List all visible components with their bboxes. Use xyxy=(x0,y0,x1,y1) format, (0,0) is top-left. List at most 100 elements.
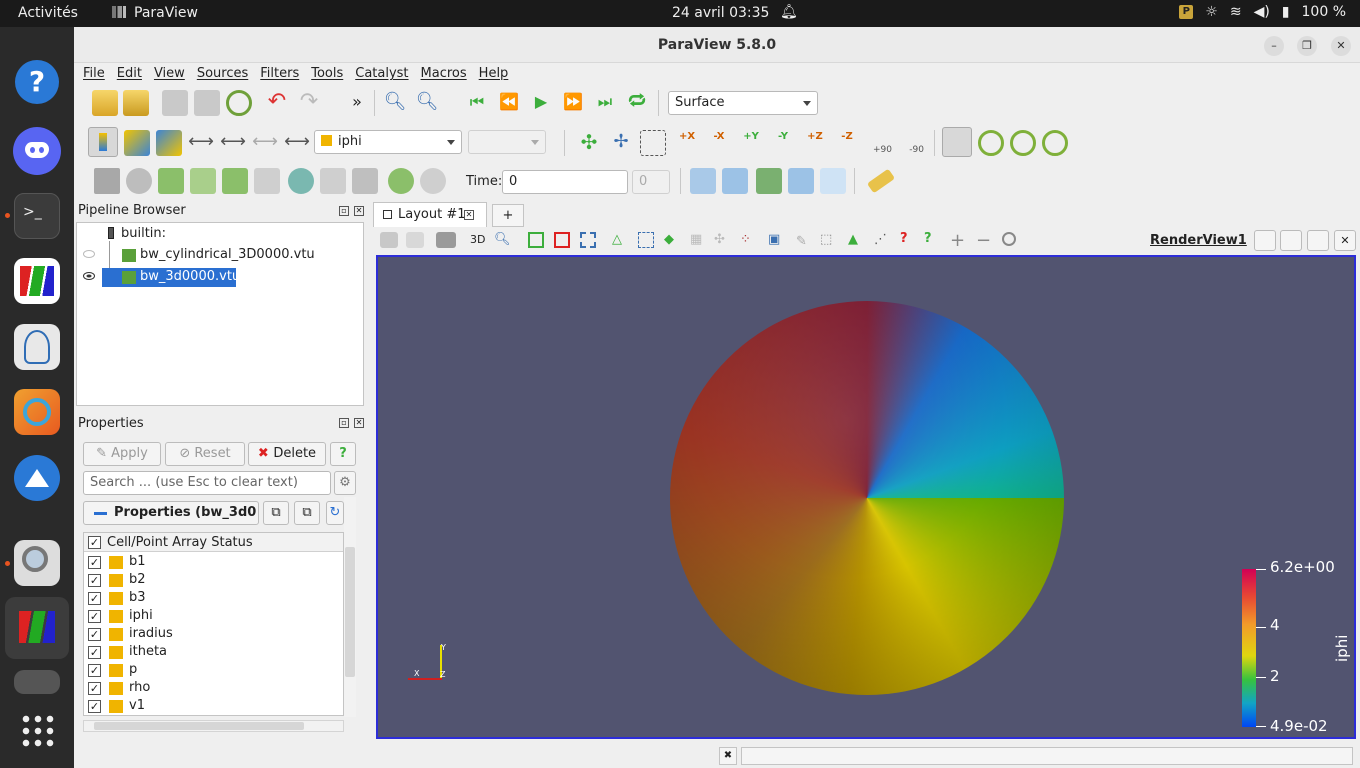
pipeline-item-selected[interactable]: bw_3d0000.vtu xyxy=(102,268,240,287)
p-indicator-icon[interactable]: P xyxy=(1179,5,1194,19)
save-state-icon[interactable] xyxy=(123,90,149,116)
reload-icon[interactable] xyxy=(226,90,252,116)
pipeline-root[interactable]: builtin: xyxy=(121,226,166,241)
color-array-select[interactable]: iphi xyxy=(314,130,462,154)
menu-view[interactable]: View xyxy=(154,63,185,85)
slice-icon[interactable] xyxy=(190,168,216,194)
scrollbar-thumb[interactable] xyxy=(345,547,355,677)
array-checkbox[interactable]: ✓ xyxy=(88,646,101,659)
reset-closest-icon[interactable]: ✢ xyxy=(608,130,634,156)
array-row[interactable]: ✓ itheta xyxy=(84,644,343,662)
loop-icon[interactable]: 🔁︎ xyxy=(624,90,650,116)
pick-center-icon[interactable] xyxy=(1010,130,1036,156)
array-row[interactable]: ✓ iradius xyxy=(84,626,343,644)
time-input[interactable]: 0 xyxy=(502,170,628,194)
discord-icon[interactable] xyxy=(13,127,61,175)
eye-hidden-icon[interactable] xyxy=(83,250,95,258)
horizontal-scrollbar[interactable] xyxy=(83,720,344,732)
bell-icon[interactable]: 🔔︎ xyxy=(780,4,798,20)
zoom-data-icon[interactable]: 🔍︎ xyxy=(382,90,408,116)
array-row[interactable]: ✓ rho xyxy=(84,680,343,698)
menu-macros[interactable]: Macros xyxy=(421,63,467,85)
select-cells-icon[interactable] xyxy=(528,232,544,248)
shrink-selection-icon[interactable]: ▣ xyxy=(768,232,780,247)
properties-search-input[interactable]: Search ... (use Esc to clear text) xyxy=(83,471,331,495)
array-checkbox[interactable]: ✓ xyxy=(88,700,101,713)
plot-over-line-icon[interactable] xyxy=(756,168,782,194)
view-plus-z-icon[interactable]: +Z xyxy=(802,130,828,156)
camera-icon[interactable] xyxy=(436,232,456,248)
plus-icon[interactable]: + xyxy=(950,230,965,251)
apply-button[interactable]: ✎ Apply xyxy=(83,442,161,466)
last-frame-icon[interactable]: ⏭ xyxy=(592,90,618,116)
select-triangle-icon[interactable]: ▲ xyxy=(848,232,858,247)
rotate-minus-90-icon[interactable]: -90 xyxy=(898,130,924,156)
glyph-icon[interactable] xyxy=(288,168,314,194)
disconnect-icon[interactable] xyxy=(194,90,220,116)
clock[interactable]: 24 avril 03:35 xyxy=(672,5,769,21)
zoom-closest-icon[interactable]: 🔍︎ xyxy=(414,90,440,116)
array-row[interactable]: ✓ b3 xyxy=(84,590,343,608)
system-tray[interactable]: P ☼ ≋ ◀) ▮ 100 % xyxy=(1179,4,1346,20)
hover-points-icon[interactable]: ▦ xyxy=(690,232,702,247)
close-panel-icon[interactable]: ✕ xyxy=(354,206,364,216)
minus-icon[interactable]: − xyxy=(976,230,991,251)
array-checkbox[interactable]: ✓ xyxy=(88,610,101,623)
array-checkbox[interactable]: ✓ xyxy=(88,682,101,695)
restore-button[interactable]: ❐ xyxy=(1297,36,1317,56)
open-icon[interactable] xyxy=(92,90,118,116)
reload-properties-icon[interactable]: ↻ xyxy=(326,501,344,525)
menu-catalyst[interactable]: Catalyst xyxy=(355,63,408,85)
spreadsheet-icon[interactable] xyxy=(722,168,748,194)
edit-color-map-icon[interactable] xyxy=(124,130,150,156)
warp-icon[interactable] xyxy=(352,168,378,194)
split-vertical-icon[interactable] xyxy=(1280,230,1302,251)
rotate-plus-90-icon[interactable]: +90 xyxy=(866,130,892,156)
delete-button[interactable]: ✖ Delete xyxy=(248,442,326,466)
view-minus-y-icon[interactable]: -Y xyxy=(770,130,796,156)
image-viewer-icon[interactable] xyxy=(14,540,60,586)
menu-help[interactable]: Help xyxy=(479,63,509,85)
toggle-color-legend-icon[interactable] xyxy=(88,127,118,157)
close-panel-icon[interactable]: ✕ xyxy=(354,418,364,428)
time-index-spinbox[interactable]: 0 xyxy=(632,170,670,194)
array-row[interactable]: ✓ iphi xyxy=(84,608,343,626)
minimize-button[interactable]: – xyxy=(1264,36,1284,56)
stream-tracer-icon[interactable] xyxy=(320,168,346,194)
zoom-to-box-icon[interactable] xyxy=(640,130,666,156)
array-checkbox[interactable]: ✓ xyxy=(88,592,101,605)
blender-like-icon[interactable] xyxy=(14,389,60,435)
render-view[interactable]: 6.2e+00 4 2 4.9e-02 iphi Y X Z xyxy=(376,255,1356,739)
terminal-icon[interactable]: >_ xyxy=(14,193,60,239)
histogram-icon[interactable] xyxy=(788,168,814,194)
help-app-icon[interactable]: ? xyxy=(15,60,59,104)
threshold-icon[interactable] xyxy=(222,168,248,194)
menu-sources[interactable]: Sources xyxy=(197,63,248,85)
extract-subset-icon[interactable] xyxy=(254,168,280,194)
libreoffice-icon[interactable] xyxy=(14,324,60,370)
clear-status-icon[interactable]: ✖ xyxy=(719,747,737,765)
connect-icon[interactable] xyxy=(162,90,188,116)
close-view-icon[interactable]: ✕ xyxy=(1334,230,1356,251)
array-checkbox[interactable]: ✓ xyxy=(88,556,101,569)
array-row[interactable]: ✓ v1 xyxy=(84,698,343,715)
eye-visible-icon[interactable] xyxy=(83,272,95,280)
undo-icon[interactable]: ↶ xyxy=(264,90,290,116)
interactive-select-icon[interactable] xyxy=(638,232,654,248)
zoom-view-icon[interactable]: 🔍︎ xyxy=(494,232,511,247)
more-tools-icon[interactable]: » xyxy=(344,90,370,116)
menu-filters[interactable]: Filters xyxy=(260,63,299,85)
advanced-settings-icon[interactable]: ⚙ xyxy=(334,471,356,495)
view-plus-y-icon[interactable]: +Y xyxy=(738,130,764,156)
ruler-icon[interactable] xyxy=(866,168,896,194)
close-tab-icon[interactable]: ✕ xyxy=(464,210,474,220)
maximize-view-icon[interactable] xyxy=(1307,230,1329,251)
rescale-temporal-icon[interactable]: ⟷ xyxy=(220,130,246,156)
array-row[interactable]: ✓ p xyxy=(84,662,343,680)
view-minus-x-icon[interactable]: -X xyxy=(706,130,732,156)
query-triangle-icon[interactable]: ? xyxy=(924,231,932,246)
properties-scrollbar[interactable] xyxy=(344,497,356,717)
header-checkbox[interactable]: ✓ xyxy=(88,536,101,549)
array-row[interactable]: ✓ b1 xyxy=(84,554,343,572)
add-layout-tab-button[interactable]: + xyxy=(492,204,524,227)
